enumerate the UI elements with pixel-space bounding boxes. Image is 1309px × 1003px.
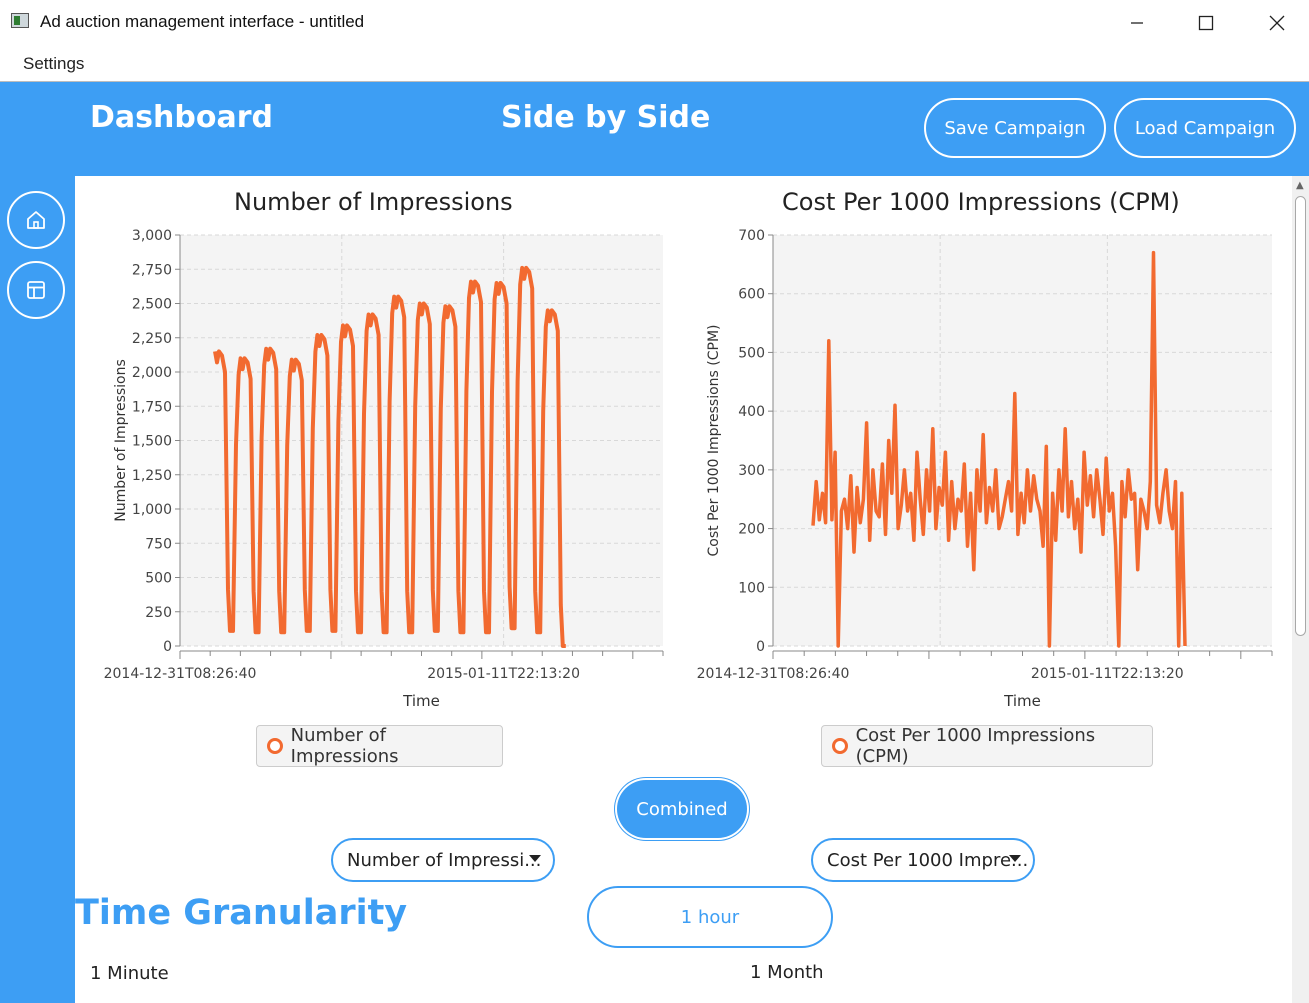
layout-icon bbox=[27, 281, 45, 299]
left-metric-select[interactable]: Number of Impressi... bbox=[331, 838, 555, 882]
y-axis-label: Number of Impressions bbox=[113, 359, 129, 522]
impressions-chart: 0 250 500 750 1,000 1,250 1,500 1,750 2,000 2,250… bbox=[104, 228, 664, 710]
right-legend[interactable]: Cost Per 1000 Impressions (CPM) bbox=[821, 725, 1153, 767]
x-tick-label: 2014-12-31T08:26:40 bbox=[697, 666, 850, 682]
legend-marker-icon bbox=[832, 738, 848, 754]
x-tick-label: 2015-01-11T22:13:20 bbox=[1031, 666, 1184, 682]
save-campaign-button[interactable]: Save Campaign bbox=[924, 98, 1106, 158]
main-content: Number of Impressions Cost Per 1000 Impr… bbox=[75, 176, 1292, 1003]
y-tick-label: 500 bbox=[738, 345, 765, 361]
close-button[interactable] bbox=[1254, 6, 1300, 40]
scroll-thumb[interactable] bbox=[1295, 196, 1306, 636]
legend-marker-icon bbox=[267, 738, 283, 754]
chevron-down-icon bbox=[1009, 855, 1021, 862]
x-tick-label: 2014-12-31T08:26:40 bbox=[104, 666, 257, 682]
y-tick-label: 2,500 bbox=[132, 297, 172, 313]
x-axis-label: Time bbox=[402, 692, 440, 710]
right-metric-select-value: Cost Per 1000 Impre... bbox=[827, 849, 1029, 871]
title-bar: Ad auction management interface - untitl… bbox=[0, 0, 1309, 46]
y-tick-label: 2,250 bbox=[132, 331, 172, 347]
left-legend-label: Number of Impressions bbox=[290, 725, 399, 767]
combined-button[interactable]: Combined bbox=[617, 780, 747, 838]
y-tick-label: 300 bbox=[738, 463, 765, 479]
minimize-icon bbox=[1131, 22, 1143, 24]
y-tick-label: 1,750 bbox=[132, 399, 172, 415]
y-tick-label: 2,750 bbox=[132, 262, 172, 278]
granularity-min-label: 1 Minute bbox=[90, 963, 169, 984]
y-tick-label: 700 bbox=[738, 228, 765, 244]
app-icon bbox=[11, 13, 29, 28]
x-tick-label: 2015-01-11T22:13:20 bbox=[427, 666, 580, 682]
y-axis-label: Cost Per 1000 Impressions (CPM) bbox=[706, 324, 722, 556]
x-axis-label: Time bbox=[1003, 692, 1041, 710]
home-icon bbox=[27, 211, 45, 229]
sidebar bbox=[0, 176, 75, 1003]
y-tick-label: 250 bbox=[145, 605, 172, 621]
maximize-icon bbox=[1198, 15, 1214, 31]
y-tick-label: 100 bbox=[738, 580, 765, 596]
view-title: Side by Side bbox=[501, 100, 711, 135]
left-legend[interactable]: Number of Impressions bbox=[256, 725, 503, 767]
granularity-max-label: 1 Month bbox=[750, 962, 824, 983]
y-tick-label: 0 bbox=[756, 639, 765, 655]
home-button[interactable] bbox=[7, 191, 65, 249]
y-tick-label: 1,000 bbox=[132, 502, 172, 518]
y-tick-label: 200 bbox=[738, 522, 765, 538]
granularity-value-button[interactable]: 1 hour bbox=[587, 886, 833, 948]
header-bar: Dashboard Side by Side Save Campaign Loa… bbox=[0, 82, 1309, 176]
y-tick-label: 3,000 bbox=[132, 228, 172, 244]
right-legend-label: Cost Per 1000 Impressions (CPM) bbox=[855, 725, 1096, 767]
menu-settings[interactable]: Settings bbox=[23, 54, 84, 74]
y-tick-label: 400 bbox=[738, 404, 765, 420]
y-tick-label: 1,250 bbox=[132, 468, 172, 484]
y-tick-label: 2,000 bbox=[132, 365, 172, 381]
vertical-scrollbar[interactable]: ▲ bbox=[1292, 176, 1309, 1003]
dashboard-title: Dashboard bbox=[90, 100, 273, 135]
y-tick-label: 500 bbox=[145, 571, 172, 587]
minimize-button[interactable] bbox=[1114, 6, 1160, 40]
chevron-down-icon bbox=[529, 855, 541, 862]
load-campaign-button[interactable]: Load Campaign bbox=[1114, 98, 1296, 158]
right-metric-select[interactable]: Cost Per 1000 Impre... bbox=[811, 838, 1035, 882]
y-tick-label: 600 bbox=[738, 287, 765, 303]
left-metric-select-value: Number of Impressi... bbox=[347, 849, 542, 871]
close-icon bbox=[1269, 15, 1285, 31]
time-granularity-title: Time Granularity bbox=[75, 893, 408, 933]
maximize-button[interactable] bbox=[1183, 6, 1229, 40]
layout-button[interactable] bbox=[7, 261, 65, 319]
cpm-chart: 0 100 200 300 400 500 600 700 2014-12-31T08:26:4… bbox=[697, 228, 1273, 710]
y-tick-label: 1,500 bbox=[132, 434, 172, 450]
y-tick-label: 0 bbox=[163, 639, 172, 655]
scroll-up-icon[interactable]: ▲ bbox=[1296, 180, 1304, 191]
y-tick-label: 750 bbox=[145, 536, 172, 552]
plot-area bbox=[773, 235, 1272, 646]
menu-bar: Settings bbox=[0, 46, 1309, 82]
window-title: Ad auction management interface - untitl… bbox=[40, 12, 365, 31]
